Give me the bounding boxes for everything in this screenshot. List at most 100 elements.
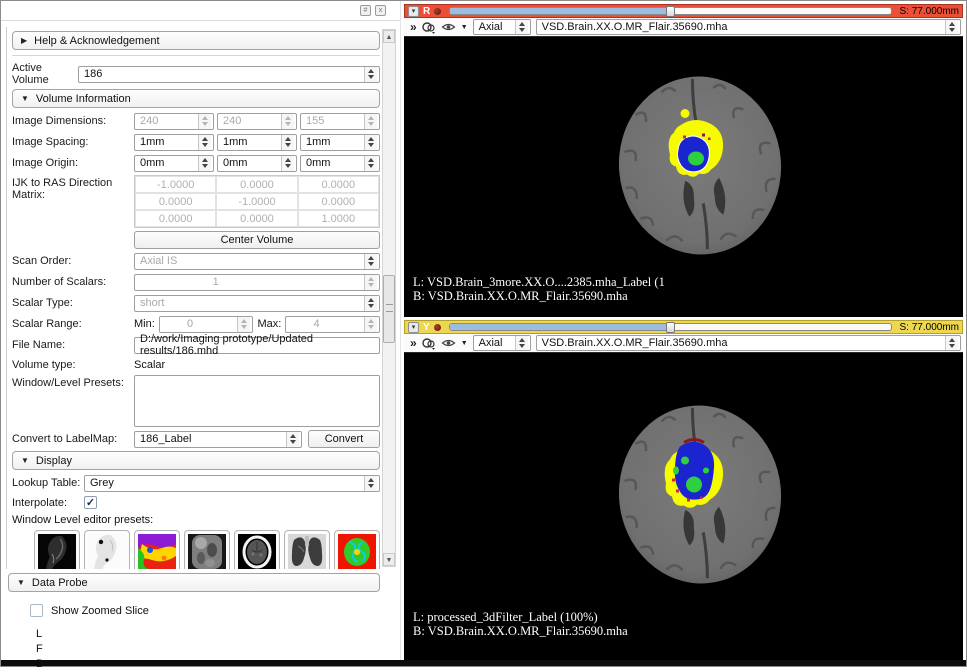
spinner-icon[interactable] [286,432,299,447]
spinner-icon [237,317,250,332]
interpolate-checkbox[interactable]: ✓ [84,496,97,509]
origin-z-spinbox[interactable]: 0mm [300,155,380,172]
scrollbar-thumb[interactable] [383,275,395,343]
probe-layer-f: F [36,642,382,657]
visibility-eye-icon[interactable] [441,337,456,349]
view-letter: R [423,6,430,17]
slice-toolbar: » ▼ Axial VSD.Brain.XX.O.MR_Flair.35690.… [404,18,963,37]
slice-offset-value: S: 77.000mm [900,322,959,333]
module-panel: # x ▶ Help & Acknowledgement Active Volu… [1,1,401,662]
ijk-matrix-label: IJK to RAS Direction Matrix: [12,175,134,201]
link-slices-icon[interactable] [421,337,436,350]
wl-preset-thumbnail[interactable] [184,530,230,569]
section-title: Display [36,455,72,467]
pet-brain-icon [338,534,376,569]
background-layer-line: B: VSD.Brain.XX.O.MR_Flair.35690.mha [413,289,665,303]
yellow-slice-controller-bar: ▾ Y S: 77.000mm [404,320,963,334]
wl-preset-thumbnail[interactable] [34,530,80,569]
section-help-acknowledgement[interactable]: ▶ Help & Acknowledgement [12,31,380,50]
panel-window-controls: # x [360,5,386,16]
scroll-up-icon[interactable]: ▲ [383,30,395,43]
spacing-i-spinbox[interactable]: 1mm [134,134,214,151]
volume-type-label: Volume type: [12,359,134,371]
spinner-icon [364,254,377,269]
yellow-slice-viewport[interactable]: L: processed_3dFilter_Label (100%) B: VS… [404,353,963,662]
pushpin-icon[interactable] [434,8,441,15]
dimension-i-spinbox: 240 [134,113,214,130]
slice-offset-slider[interactable] [449,7,891,15]
spinner-icon[interactable] [364,67,377,82]
wl-preset-thumbnail[interactable] [134,530,180,569]
orientation-combo[interactable]: Axial [473,19,531,35]
active-volume-combo[interactable]: 186 [78,66,380,83]
link-slices-icon[interactable] [421,21,436,34]
wl-preset-thumbnail[interactable] [84,530,130,569]
slice-offset-slider[interactable] [449,323,892,331]
red-slice-viewer: ▾ R S: 77.000mm » [404,4,963,317]
number-of-scalars-spinbox: 1 [134,274,380,291]
pin-button[interactable]: ▾ [408,6,419,17]
spinner-icon[interactable] [364,156,377,171]
active-volume-value: 186 [84,68,102,80]
wl-preset-thumbnail[interactable] [284,530,330,569]
orientation-combo[interactable]: Axial [473,335,531,351]
float-panel-icon[interactable]: # [360,5,371,16]
labelmap-target-combo[interactable]: 186_Label [134,431,302,448]
scalar-type-combo: short [134,295,380,312]
spacing-j-spinbox[interactable]: 1mm [217,134,297,151]
pushpin-icon[interactable] [434,324,441,331]
pin-button[interactable]: ▾ [408,322,419,333]
spinner-icon[interactable] [281,135,294,150]
spinner-icon[interactable] [364,476,377,491]
spinner-icon[interactable] [515,20,528,34]
red-slice-controller-bar: ▾ R S: 77.000mm [404,4,963,18]
lookup-table-combo[interactable]: Grey [84,475,380,492]
spacing-k-spinbox[interactable]: 1mm [300,134,380,151]
collapsed-arrow-icon: ▶ [21,36,27,45]
number-of-scalars-label: Number of Scalars: [12,276,134,288]
spinner-icon[interactable] [198,135,211,150]
origin-y-spinbox[interactable]: 0mm [217,155,297,172]
more-options-icon[interactable]: » [410,20,416,34]
show-zoomed-slice-checkbox[interactable] [30,604,43,617]
volume-combo[interactable]: VSD.Brain.XX.O.MR_Flair.35690.mha [536,19,961,35]
file-name-input[interactable]: D:/work/Imaging prototype/Updated result… [134,337,380,354]
center-volume-button[interactable]: Center Volume [134,231,380,249]
ijk-ras-matrix: -1.0000 0.0000 0.0000 0.0000 -1.0000 0.0… [134,175,380,228]
spinner-icon[interactable] [364,135,377,150]
scroll-down-icon[interactable]: ▼ [383,553,395,566]
volume-combo[interactable]: VSD.Brain.XX.O.MR_Flair.35690.mha [536,335,961,351]
spinner-icon[interactable] [515,336,528,350]
visibility-eye-icon[interactable] [441,21,456,33]
scalar-range-min-label: Min: [134,318,155,330]
wl-preset-thumbnail[interactable] [234,530,280,569]
section-title: Help & Acknowledgement [34,35,159,47]
rainbow-colormap-icon [138,534,176,569]
convert-button[interactable]: Convert [308,430,380,448]
slider-handle[interactable] [666,6,675,17]
active-volume-label: Active Volume [12,62,70,86]
image-origin-label: Image Origin: [12,157,134,169]
spinner-icon[interactable] [945,20,958,34]
file-name-label: File Name: [12,339,134,351]
origin-x-spinbox[interactable]: 0mm [134,155,214,172]
spinner-icon[interactable] [281,156,294,171]
lookup-table-label: Lookup Table: [12,477,84,489]
section-volume-information[interactable]: ▼ Volume Information [12,89,380,108]
red-slice-viewport[interactable]: L: VSD.Brain_3more.XX.O....2385.mha_Labe… [404,37,963,317]
wl-preset-thumbnail[interactable] [334,530,380,569]
spinner-icon[interactable] [945,336,958,350]
panel-scrollbar[interactable]: ▲ ▼ [382,29,396,567]
wl-presets-listbox[interactable] [134,375,380,427]
more-options-icon[interactable]: » [410,336,416,350]
visibility-dropdown-icon[interactable]: ▼ [461,24,468,31]
section-display[interactable]: ▼ Display [12,451,380,470]
section-data-probe[interactable]: ▼ Data Probe [8,573,380,592]
panel-divider [1,20,400,21]
spinner-icon[interactable] [198,156,211,171]
slider-handle[interactable] [666,322,675,333]
expanded-arrow-icon: ▼ [21,94,29,103]
close-panel-icon[interactable]: x [375,5,386,16]
visibility-dropdown-icon[interactable]: ▼ [461,340,468,347]
spinner-icon [281,114,294,129]
